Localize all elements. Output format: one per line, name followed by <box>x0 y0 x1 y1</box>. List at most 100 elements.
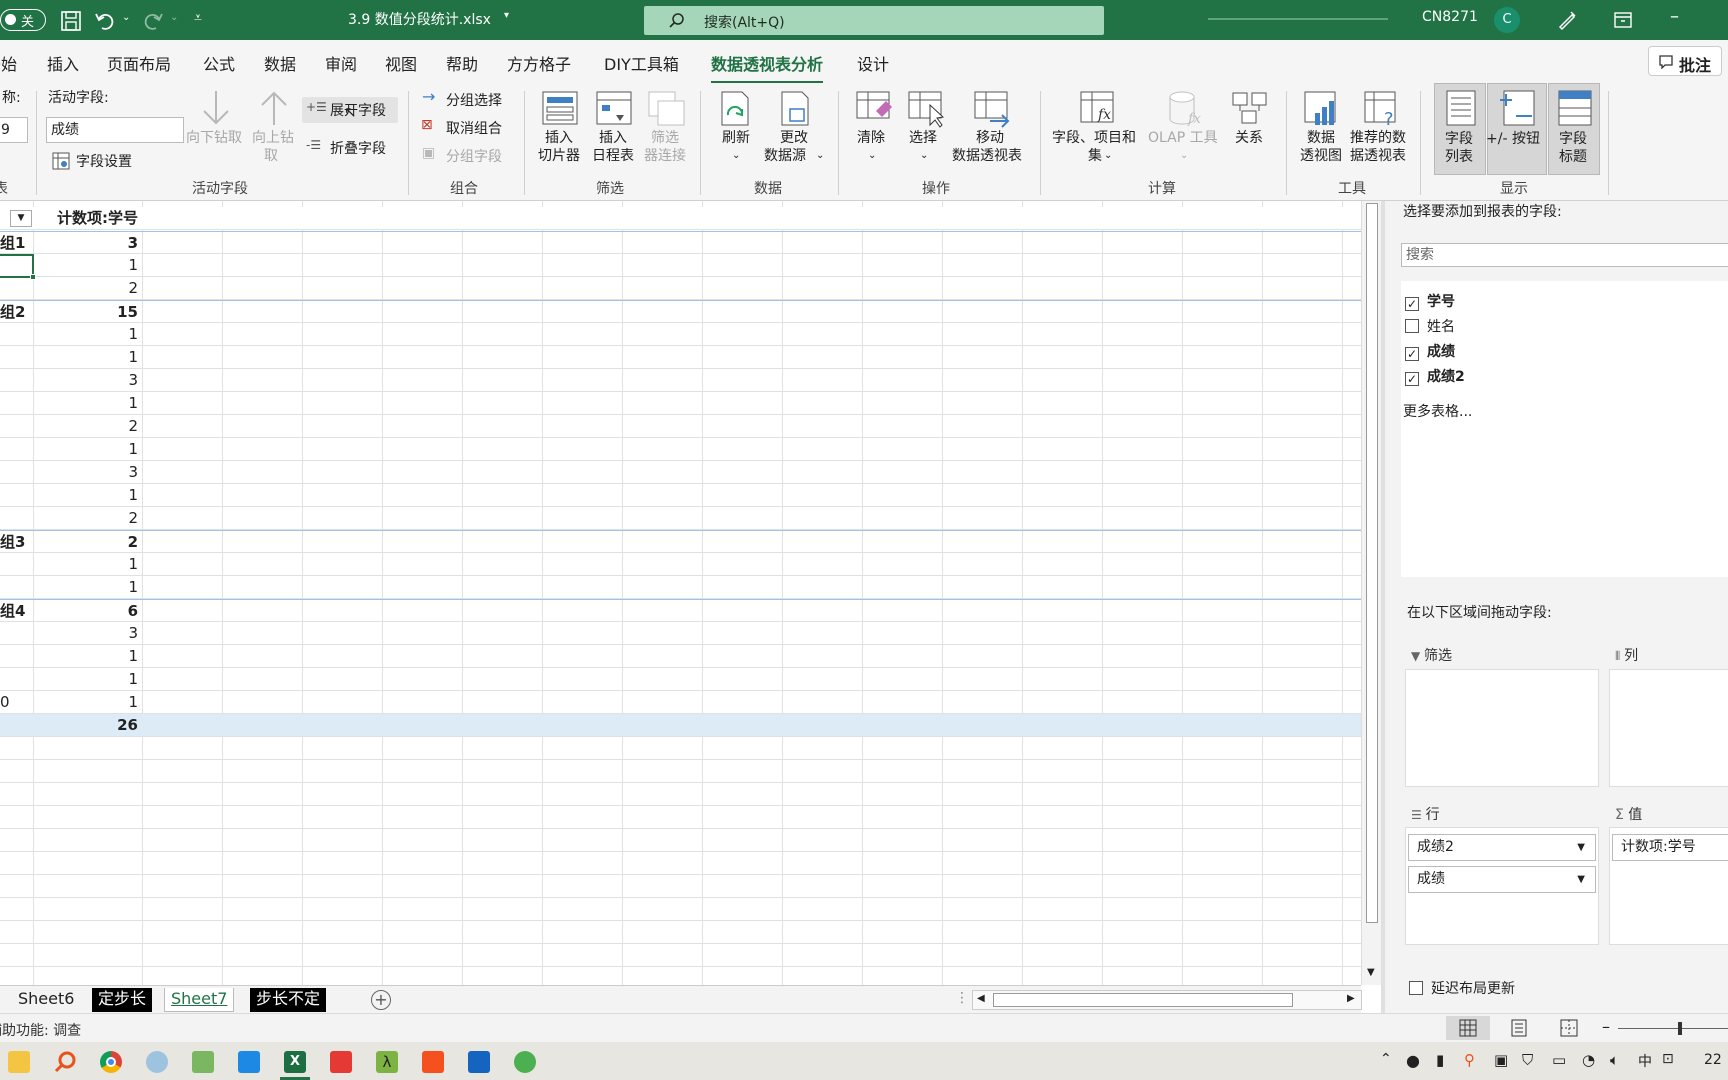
sheet-tab-sheet6[interactable]: Sheet6 <box>12 988 80 1012</box>
horizontal-scrollbar[interactable]: ◀ ▶ <box>972 990 1362 1010</box>
row-label-filter-button[interactable]: ▼ <box>10 210 32 227</box>
lambda-app-icon[interactable]: λ <box>376 1051 398 1073</box>
menu-view[interactable]: 视图 <box>385 51 417 75</box>
row-label-cell[interactable] <box>0 346 33 369</box>
field-search-input[interactable]: 搜索 <box>1401 243 1728 267</box>
value-cell[interactable]: 1 <box>33 668 141 691</box>
normal-view-button[interactable] <box>1446 1016 1490 1040</box>
collapse-field-button[interactable]: -☰ 折叠字段 <box>302 135 398 161</box>
worksheet-grid[interactable]: ▼ 计数项:学号 组1 3 1 2 组2 15 1 1 3 1 2 1 3 1 2 组3 2 1 1 组4 6 3 1 1 0 1… <box>0 201 1361 985</box>
row-label-cell[interactable] <box>0 461 33 484</box>
field-item[interactable]: ✓ 学号 <box>1405 291 1455 311</box>
menu-fangfang[interactable]: 方方格子 <box>507 51 571 75</box>
value-cell[interactable]: 15 <box>33 301 141 324</box>
value-cell[interactable]: 1 <box>33 254 141 277</box>
group-selection-button[interactable]: → 分组选择 <box>420 87 520 111</box>
battery-icon[interactable]: ▭ <box>1552 1051 1566 1069</box>
field-item[interactable]: 姓名 <box>1405 316 1455 336</box>
vertical-scrollbar-thumb[interactable] <box>1366 203 1378 923</box>
menu-home[interactable]: 开始 <box>0 51 17 75</box>
row-zone[interactable]: 成绩2 ▼ 成绩 ▼ <box>1405 827 1599 945</box>
ribbon-display-icon[interactable] <box>1614 11 1632 29</box>
search-app-icon[interactable] <box>54 1050 78 1074</box>
value-cell[interactable]: 1 <box>33 323 141 346</box>
clock-time[interactable]: 22 <box>1704 1052 1722 1068</box>
menu-pivot-analyze[interactable]: 数据透视表分析 <box>711 51 824 84</box>
field-item[interactable]: ✓ 成绩2 <box>1405 366 1465 386</box>
active-cell[interactable] <box>0 254 36 280</box>
field-item[interactable]: ✓ 成绩 <box>1405 341 1455 361</box>
page-break-view-icon[interactable] <box>1560 1019 1578 1037</box>
field-settings-button[interactable]: 字段设置 <box>50 149 200 173</box>
scroll-right-icon[interactable]: ▶ <box>1347 993 1355 1004</box>
value-cell[interactable]: 3 <box>33 232 141 255</box>
menu-review[interactable]: 审阅 <box>325 51 357 75</box>
menu-design[interactable]: 设计 <box>857 51 889 75</box>
row-label-cell[interactable] <box>0 714 33 737</box>
save-icon[interactable] <box>60 10 82 32</box>
undo-icon[interactable] <box>94 10 116 32</box>
value-cell[interactable]: 1 <box>33 691 141 714</box>
value-cell[interactable]: 1 <box>33 346 141 369</box>
row-field-pill[interactable]: 成绩 ▼ <box>1408 866 1596 893</box>
tray-app-icon[interactable]: ▣ <box>1494 1051 1508 1069</box>
pivot-name-input[interactable]: 9 <box>0 117 28 143</box>
wifi-icon[interactable]: ◔ <box>1582 1051 1595 1069</box>
app-icon-1[interactable] <box>146 1051 168 1073</box>
row-label-cell[interactable] <box>0 645 33 668</box>
more-tables-link[interactable]: 更多表格... <box>1403 401 1472 421</box>
microphone-icon[interactable]: ▮ <box>1436 1051 1444 1069</box>
row-label-cell[interactable]: 组4 <box>0 600 33 623</box>
row-label-cell[interactable] <box>0 415 33 438</box>
vertical-scrollbar[interactable]: ▼ <box>1361 201 1381 985</box>
excel-icon[interactable]: X <box>284 1051 306 1073</box>
menu-formulas[interactable]: 公式 <box>203 51 235 75</box>
change-source-dropdown-icon[interactable]: ⌄ <box>816 147 824 165</box>
minimize-icon[interactable]: – <box>1670 6 1679 27</box>
value-cell[interactable]: 3 <box>33 461 141 484</box>
volume-icon[interactable]: 🔈︎ <box>1610 1051 1619 1069</box>
customize-qat-icon[interactable]: ⩡ <box>194 10 202 26</box>
value-cell[interactable]: 1 <box>33 438 141 461</box>
sheet-tab-variable-step[interactable]: 步长不定 <box>250 988 327 1012</box>
value-cell[interactable]: 2 <box>33 531 141 554</box>
scroll-down-icon[interactable]: ▼ <box>1367 967 1375 978</box>
menu-page-layout[interactable]: 页面布局 <box>107 51 171 75</box>
sheet-tab-fixed-step[interactable]: 定步长 <box>92 988 153 1012</box>
fields-items-dropdown-icon[interactable]: ⌄ <box>1104 147 1112 165</box>
row-field-pill[interactable]: 成绩2 ▼ <box>1408 834 1596 861</box>
file-name[interactable]: 3.9 数值分段统计.xlsx <box>348 9 491 29</box>
security-shield-icon[interactable]: ⛉ <box>1522 1051 1533 1069</box>
xmind-icon[interactable] <box>330 1051 352 1073</box>
undo-dropdown-icon[interactable]: ⌄ <box>122 12 130 23</box>
value-cell[interactable]: 1 <box>33 645 141 668</box>
refresh-dropdown-icon[interactable]: ⌄ <box>732 147 740 165</box>
row-label-cell[interactable] <box>0 369 33 392</box>
value-zone[interactable]: 计数项:学号 <box>1609 827 1728 945</box>
app-icon-2[interactable] <box>238 1051 260 1073</box>
column-zone[interactable] <box>1609 669 1728 787</box>
chrome-icon[interactable] <box>100 1051 122 1073</box>
value-cell[interactable]: 3 <box>33 622 141 645</box>
recommended-pivot-button[interactable]: 推荐的数 <box>1350 129 1406 147</box>
comment-button[interactable]: 批注 <box>1648 46 1722 76</box>
row-label-cell[interactable] <box>0 438 33 461</box>
zoom-slider[interactable] <box>1618 1022 1728 1035</box>
expand-field-button[interactable]: +☰ 展开字段 ↖ <box>302 97 398 123</box>
zoom-slider-thumb[interactable] <box>1678 1022 1682 1035</box>
value-cell[interactable]: 1 <box>33 392 141 415</box>
clear-dropdown-icon[interactable]: ⌄ <box>868 147 876 165</box>
wechat-icon[interactable] <box>514 1051 536 1073</box>
tray-search-icon[interactable]: ⚲ <box>1464 1051 1475 1069</box>
notes-app-icon[interactable] <box>192 1051 214 1073</box>
row-label-cell[interactable] <box>0 622 33 645</box>
add-sheet-button[interactable]: + <box>371 990 391 1010</box>
refresh-button[interactable]: 刷新 <box>722 129 750 147</box>
select-button[interactable]: 选择 <box>909 129 937 147</box>
ungroup-button[interactable]: ⊠ 取消组合 <box>420 115 520 139</box>
relationships-button[interactable]: 关系 <box>1235 129 1263 147</box>
value-header[interactable]: 计数项:学号 <box>33 207 141 230</box>
menu-help[interactable]: 帮助 <box>446 51 478 75</box>
row-label-cell[interactable] <box>0 277 33 300</box>
value-cell[interactable]: 1 <box>33 576 141 599</box>
